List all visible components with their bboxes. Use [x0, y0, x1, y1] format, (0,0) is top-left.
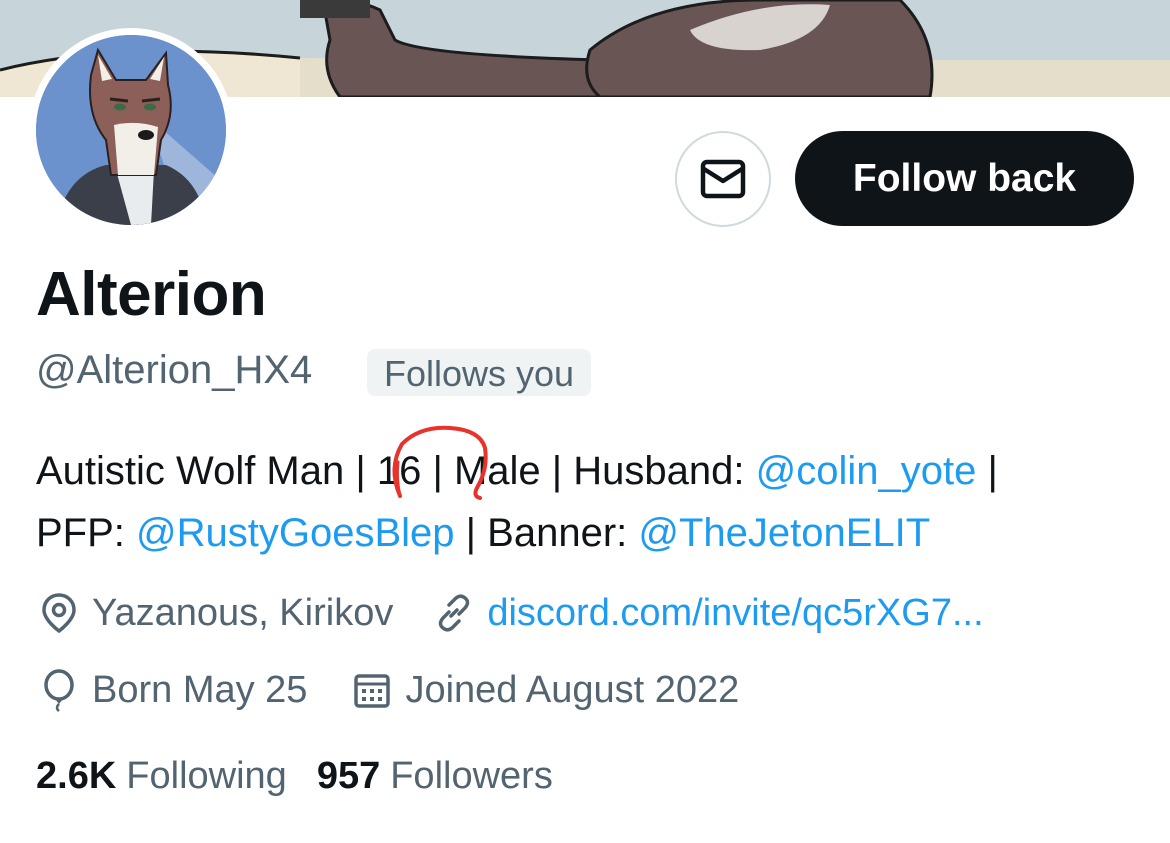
birthday-text: Born May 25	[92, 668, 308, 711]
bio-text: | Banner:	[454, 511, 639, 555]
mention-link[interactable]: @colin_yote	[756, 449, 977, 493]
following-label: Following	[126, 754, 287, 797]
bio-line-2: PFP: @RustyGoesBlep | Banner: @TheJetonE…	[36, 508, 930, 558]
message-button[interactable]	[675, 131, 771, 227]
balloon-icon	[36, 667, 82, 713]
bio-text: PFP:	[36, 511, 137, 555]
follow-back-button[interactable]: Follow back	[795, 131, 1134, 226]
website-item[interactable]: discord.com/invite/qc5rXG7...	[431, 590, 984, 636]
avatar[interactable]	[36, 35, 226, 225]
bio-line-1: Autistic Wolf Man | 16 | Male | Husband:…	[36, 446, 998, 496]
mention-link[interactable]: @RustyGoesBlep	[136, 511, 455, 555]
joined-text: Joined August 2022	[405, 668, 740, 711]
bio-text: |	[976, 449, 998, 493]
display-name: Alterion	[36, 260, 267, 329]
bio-text: Autistic Wolf Man | 16 | Male | Husband:	[36, 449, 756, 493]
avatar-frame	[29, 28, 233, 232]
mention-link[interactable]: @TheJetonELIT	[638, 511, 930, 555]
follows-you-badge: Follows you	[367, 349, 592, 396]
profile-meta-row: Yazanous, Kirikov discord.com/invite/qc5…	[36, 588, 984, 638]
user-handle: @Alterion_HX4	[36, 348, 313, 392]
profile-meta-row: Born May 25 Joined August 2022	[36, 665, 739, 715]
following-stat[interactable]: 2.6K Following	[36, 755, 287, 798]
followers-stat[interactable]: 957 Followers	[317, 755, 553, 798]
calendar-icon	[349, 667, 395, 713]
website-link[interactable]: discord.com/invite/qc5rXG7...	[487, 592, 983, 635]
location-item: Yazanous, Kirikov	[36, 590, 393, 636]
location-pin-icon	[36, 590, 82, 636]
follow-stats: 2.6K Following 957 Followers	[36, 751, 553, 801]
envelope-icon	[700, 159, 746, 199]
followers-label: Followers	[390, 754, 553, 797]
link-icon	[431, 590, 477, 636]
joined-item: Joined August 2022	[349, 667, 739, 713]
avatar-wolf-illustration	[36, 35, 226, 225]
followers-count: 957	[316, 754, 381, 797]
birthday-item: Born May 25	[36, 667, 307, 713]
location-text: Yazanous, Kirikov	[92, 591, 394, 634]
following-count: 2.6K	[36, 754, 117, 797]
